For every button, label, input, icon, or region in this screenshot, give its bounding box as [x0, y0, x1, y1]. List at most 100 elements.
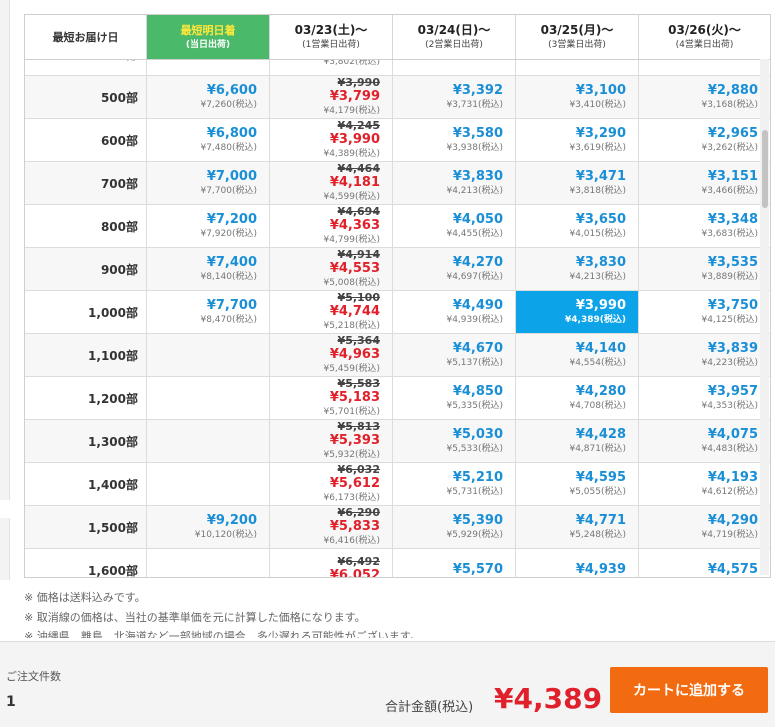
quantity-label: 800部	[25, 205, 147, 247]
tax-included-price: ¥5,248(税込)	[569, 530, 626, 540]
price-cell[interactable]: ¥3,650 ¥4,015(税込)	[516, 205, 639, 247]
price-cell	[147, 334, 270, 376]
price-cell[interactable]: ¥4,290 ¥4,719(税込)	[639, 506, 770, 548]
tax-included-price: ¥4,015(税込)	[569, 229, 626, 239]
scrollbar-thumb[interactable]	[762, 130, 768, 208]
price-cell[interactable]: ¥9,200 ¥10,120(税込)	[147, 506, 270, 548]
price-cell	[147, 549, 270, 577]
original-price: ¥4,914	[337, 248, 380, 261]
price-cell[interactable]: ¥4,464 ¥4,181 ¥4,599(税込)	[270, 162, 393, 204]
price-cell[interactable]: ¥3,456(税込)	[393, 59, 516, 75]
price-cell[interactable]: ¥6,600 ¥7,260(税込)	[147, 76, 270, 118]
price-cell[interactable]: ¥5,583 ¥5,183 ¥5,701(税込)	[270, 377, 393, 419]
price-cell[interactable]: ¥5,570	[393, 549, 516, 577]
price-cell[interactable]: ¥3,100 ¥3,410(税込)	[516, 76, 639, 118]
price-cell[interactable]: ¥3,456¥3,802(税込)	[270, 59, 393, 75]
price-cell[interactable]: ¥4,914 ¥4,553 ¥5,008(税込)	[270, 248, 393, 290]
price-cell[interactable]: ¥3,830 ¥4,213(税込)	[393, 162, 516, 204]
tax-included-price: ¥3,262(税込)	[701, 143, 758, 153]
tax-included-price: ¥4,455(税込)	[446, 229, 503, 239]
price-cell[interactable]: ¥6,492 ¥6,052	[270, 549, 393, 577]
tax-included-price: ¥3,818(税込)	[569, 186, 626, 196]
price-cell[interactable]: ¥4,270 ¥4,697(税込)	[393, 248, 516, 290]
price-cell[interactable]: ¥4,140 ¥4,554(税込)	[516, 334, 639, 376]
price-cell[interactable]: ¥4,428 ¥4,871(税込)	[516, 420, 639, 462]
price-cell-selected[interactable]: ¥3,990 ¥4,389(税込)	[516, 291, 639, 333]
price-cell[interactable]: ¥4,575	[639, 549, 770, 577]
price-cell[interactable]: ¥6,290 ¥5,833 ¥6,416(税込)	[270, 506, 393, 548]
price-cell[interactable]: ¥6,032 ¥5,612 ¥6,173(税込)	[270, 463, 393, 505]
price-cell[interactable]: ¥3,348 ¥3,683(税込)	[639, 205, 770, 247]
tax-included-price: ¥8,140(税込)	[200, 272, 257, 282]
price-cell[interactable]: ¥3,750 ¥4,125(税込)	[639, 291, 770, 333]
price-cell[interactable]: ¥4,694 ¥4,363 ¥4,799(税込)	[270, 205, 393, 247]
price-cell[interactable]: ¥7,200 ¥7,920(税込)	[147, 205, 270, 247]
price-cell[interactable]: ¥7,400 ¥8,140(税込)	[147, 248, 270, 290]
price-cell[interactable]: ¥3,839 ¥4,223(税込)	[639, 334, 770, 376]
quantity-label: 700部	[25, 162, 147, 204]
price-cell[interactable]: ¥3,471 ¥3,818(税込)	[516, 162, 639, 204]
add-to-cart-button[interactable]: カートに追加する	[610, 667, 768, 713]
tax-included-price: ¥4,389(税込)	[565, 315, 626, 325]
price-cell[interactable]: ¥5,390 ¥5,929(税込)	[393, 506, 516, 548]
price-cell	[147, 463, 270, 505]
header-column-subtitle: (2営業日出荷)	[425, 39, 483, 50]
price-cell[interactable]: ¥2,965 ¥3,262(税込)	[639, 119, 770, 161]
unit-price: ¥2,880	[707, 83, 758, 98]
table-body[interactable]: 400部¥7,040(税込)¥3,456¥3,802(税込)¥3,456(税込)…	[25, 59, 770, 577]
price-cell[interactable]: ¥3,151 ¥3,466(税込)	[639, 162, 770, 204]
tax-included-price: ¥4,939(税込)	[446, 315, 503, 325]
price-cell[interactable]: ¥3,957 ¥4,353(税込)	[639, 377, 770, 419]
header-column-express: 最短明日着 (当日出荷)	[147, 15, 270, 59]
original-price: ¥4,245	[337, 119, 380, 132]
price-cell[interactable]: ¥2,880 ¥3,168(税込)	[639, 76, 770, 118]
unit-price: ¥4,490	[452, 298, 503, 313]
price-cell[interactable]: ¥4,193 ¥4,612(税込)	[639, 463, 770, 505]
price-cell[interactable]: ¥4,490 ¥4,939(税込)	[393, 291, 516, 333]
table-rows: 400部¥7,040(税込)¥3,456¥3,802(税込)¥3,456(税込)…	[25, 59, 770, 577]
price-cell[interactable]: ¥5,364 ¥4,963 ¥5,459(税込)	[270, 334, 393, 376]
unit-price: ¥2,965	[707, 126, 758, 141]
price-cell[interactable]: ¥5,030 ¥5,533(税込)	[393, 420, 516, 462]
price-cell[interactable]: ¥4,670 ¥5,137(税込)	[393, 334, 516, 376]
price-cell[interactable]: ¥7,000 ¥7,700(税込)	[147, 162, 270, 204]
price-cell[interactable]: ¥3,179(税込)	[516, 59, 639, 75]
price-cell[interactable]: ¥4,245 ¥3,990 ¥4,389(税込)	[270, 119, 393, 161]
unit-price: ¥3,392	[452, 83, 503, 98]
tax-included-price: ¥3,168(税込)	[701, 100, 758, 110]
price-cell[interactable]: ¥3,580 ¥3,938(税込)	[393, 119, 516, 161]
price-cell[interactable]: ¥3,535 ¥3,889(税込)	[639, 248, 770, 290]
quantity-label: 600部	[25, 119, 147, 161]
unit-price: ¥4,075	[707, 427, 758, 442]
tax-included-price: ¥3,731(税込)	[446, 100, 503, 110]
price-cell[interactable]: ¥4,050 ¥4,455(税込)	[393, 205, 516, 247]
tax-included-price: ¥4,554(税込)	[569, 358, 626, 368]
price-cell[interactable]: ¥4,075 ¥4,483(税込)	[639, 420, 770, 462]
quantity-label: 500部	[25, 76, 147, 118]
price-cell[interactable]: ¥3,290 ¥3,619(税込)	[516, 119, 639, 161]
price-cell[interactable]: ¥7,700 ¥8,470(税込)	[147, 291, 270, 333]
unit-price: ¥3,957	[707, 384, 758, 399]
price-cell[interactable]: ¥4,280 ¥4,708(税込)	[516, 377, 639, 419]
tax-included-price: ¥5,137(税込)	[446, 358, 503, 368]
price-cell[interactable]: ¥4,939	[516, 549, 639, 577]
table-row: 1,000部 ¥7,700 ¥8,470(税込) ¥5,100 ¥4,744 ¥5,218…	[25, 291, 770, 334]
price-cell[interactable]: ¥5,813 ¥5,393 ¥5,932(税込)	[270, 420, 393, 462]
price-cell[interactable]: ¥7,040(税込)	[147, 59, 270, 75]
unit-price: ¥3,650	[575, 212, 626, 227]
price-cell[interactable]: ¥3,990 ¥3,799 ¥4,179(税込)	[270, 76, 393, 118]
price-cell[interactable]: ¥5,210 ¥5,731(税込)	[393, 463, 516, 505]
price-cell[interactable]: ¥4,771 ¥5,248(税込)	[516, 506, 639, 548]
original-price: ¥4,464	[337, 162, 380, 175]
price-cell[interactable]: ¥4,595 ¥5,055(税込)	[516, 463, 639, 505]
price-cell[interactable]: ¥3,069(税込)	[639, 59, 770, 75]
price-cell[interactable]: ¥3,392 ¥3,731(税込)	[393, 76, 516, 118]
original-price: ¥6,032	[337, 463, 380, 476]
unit-price: ¥3,100	[575, 83, 626, 98]
price-cell[interactable]: ¥3,830 ¥4,213(税込)	[516, 248, 639, 290]
note-delivery-delay: ※ 沖縄県、離島、北海道など一部地域の場合、多少遅れる可能性がございます。	[24, 630, 421, 638]
quantity-label: 900部	[25, 248, 147, 290]
price-cell[interactable]: ¥6,800 ¥7,480(税込)	[147, 119, 270, 161]
price-cell[interactable]: ¥5,100 ¥4,744 ¥5,218(税込)	[270, 291, 393, 333]
price-cell[interactable]: ¥4,850 ¥5,335(税込)	[393, 377, 516, 419]
